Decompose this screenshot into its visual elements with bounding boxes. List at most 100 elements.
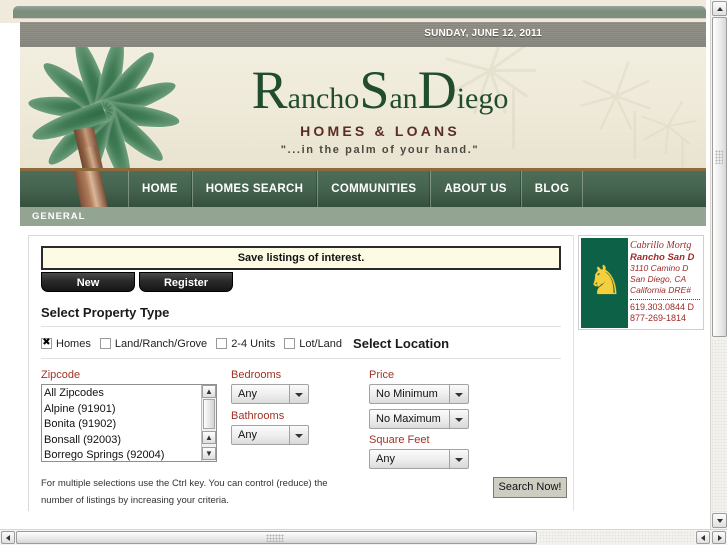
list-item[interactable]: Bonsall (92003) xyxy=(44,433,216,449)
search-now-button[interactable]: Search Now! xyxy=(493,477,567,498)
logo-text-iego: iego xyxy=(456,82,509,115)
lion-icon: ♞ xyxy=(587,259,623,303)
chevron-down-icon[interactable] xyxy=(449,385,468,403)
search-form: Save listings of interest. New Register … xyxy=(29,236,573,506)
vertical-scrollbar-thumb[interactable] xyxy=(712,17,727,337)
zipcode-listbox[interactable]: All Zipcodes Alpine (91901) Bonita (9190… xyxy=(41,384,217,462)
nav-item-homes-search[interactable]: HOMES SEARCH xyxy=(191,171,318,207)
ad-address-line2: San Diego, CA xyxy=(630,274,687,284)
web-page: SUNDAY, JUNE 12, 2011 RanchoSanDiego HOM… xyxy=(0,0,706,529)
ad-phone-toll-free: 877-269-1814 xyxy=(630,313,687,323)
scroll-down-arrow-icon[interactable] xyxy=(712,513,727,528)
logo-letter-d: D xyxy=(417,60,457,120)
ad-license: California DRE# xyxy=(630,285,691,295)
page-bottom-filler xyxy=(20,511,706,529)
browser-viewport: SUNDAY, JUNE 12, 2011 RanchoSanDiego HOM… xyxy=(0,0,727,545)
zipcode-option-list: All Zipcodes Alpine (91901) Bonita (9190… xyxy=(42,385,216,461)
bedrooms-select[interactable]: Any xyxy=(231,384,309,404)
price-min-select[interactable]: No Minimum xyxy=(369,384,469,404)
checkbox-label-land-ranch-grove: Land/Ranch/Grove xyxy=(114,337,208,350)
date-bar: SUNDAY, JUNE 12, 2011 xyxy=(20,22,706,47)
main-column: Save listings of interest. New Register … xyxy=(28,235,574,527)
square-feet-select[interactable]: Any xyxy=(369,449,469,469)
list-item[interactable]: All Zipcodes xyxy=(44,386,216,402)
beds-baths-column: Bedrooms Any Bathrooms Any xyxy=(231,369,309,450)
ad-branch-name: Rancho San D xyxy=(630,252,695,263)
scroll-up-arrow-icon-secondary[interactable]: ▲ xyxy=(202,431,216,444)
chevron-down-icon[interactable] xyxy=(449,410,468,428)
ad-divider xyxy=(630,299,700,300)
square-feet-value: Any xyxy=(376,453,395,465)
scroll-right-arrow-icon[interactable] xyxy=(712,531,726,544)
masthead: RanchoSanDiego HOMES & LOANS "...in the … xyxy=(20,47,706,171)
palm-trunk-overlay xyxy=(73,171,109,207)
logo-wordmark: RanchoSanDiego xyxy=(170,63,590,117)
checkbox-label-2-4-units: 2-4 Units xyxy=(231,337,276,350)
property-type-checkboxes: Homes Land/Ranch/Grove 2-4 Units Lot/Lan… xyxy=(41,336,561,351)
logo-text-ancho: ancho xyxy=(287,82,360,115)
help-text: For multiple selections use the Ctrl key… xyxy=(41,478,328,506)
scroll-up-arrow-icon[interactable] xyxy=(712,1,727,16)
zipcode-label: Zipcode xyxy=(41,369,81,381)
breadcrumb: GENERAL xyxy=(20,207,706,227)
vertical-scrollbar-track[interactable] xyxy=(711,339,727,512)
chevron-down-icon[interactable] xyxy=(289,385,308,403)
bathrooms-label: Bathrooms xyxy=(231,410,285,422)
square-feet-label: Square Feet xyxy=(369,434,430,446)
nav-item-communities[interactable]: COMMUNITIES xyxy=(317,171,431,207)
current-date: SUNDAY, JUNE 12, 2011 xyxy=(424,28,542,39)
ad-address-line1: 3110 Camino D xyxy=(630,263,689,273)
bedrooms-label: Bedrooms xyxy=(231,369,282,381)
save-listings-notice: Save listings of interest. xyxy=(41,246,561,270)
zipcode-list-scrollbar[interactable]: ▲ ▲ ▼ xyxy=(201,385,216,461)
checkbox-lot-land[interactable] xyxy=(284,338,296,349)
bathrooms-value: Any xyxy=(238,429,257,441)
list-item[interactable]: Alpine (91901) xyxy=(44,402,216,418)
nav-item-home[interactable]: HOME xyxy=(128,171,192,207)
logo-subtitle: HOMES & LOANS xyxy=(300,123,460,139)
scroll-left-arrow-icon[interactable] xyxy=(1,531,15,544)
checkbox-label-lot-land: Lot/Land xyxy=(299,337,343,350)
nav-item-about-us[interactable]: ABOUT US xyxy=(430,171,521,207)
vertical-scrollbar[interactable] xyxy=(710,0,727,529)
checkbox-label-homes: Homes xyxy=(56,337,91,350)
list-item[interactable]: Borrego Springs (92004) xyxy=(44,448,216,461)
chevron-down-icon[interactable] xyxy=(289,426,308,444)
ad-company-name: Cabrillo Mortg xyxy=(630,240,692,251)
ad-info: Cabrillo Mortg Rancho San D 3110 Camino … xyxy=(630,240,703,324)
cabrillo-mortgage-ad[interactable]: ♞ Cabrillo Mortg Rancho San D 3110 Camin… xyxy=(578,235,704,330)
price-sqft-column: Price No Minimum No Maximum Square Feet xyxy=(369,369,469,474)
price-max-select[interactable]: No Maximum xyxy=(369,409,469,429)
new-button[interactable]: New xyxy=(41,272,135,292)
price-label: Price xyxy=(369,369,395,381)
scroll-left-arrow-icon-end[interactable] xyxy=(696,531,710,544)
page-top-strip xyxy=(0,0,706,23)
scroll-up-arrow-icon[interactable]: ▲ xyxy=(202,385,216,398)
logo-letter-r: R xyxy=(251,60,288,120)
scroll-down-arrow-icon[interactable]: ▼ xyxy=(202,447,216,460)
logo-letter-s: S xyxy=(359,60,390,120)
register-button[interactable]: Register xyxy=(139,272,233,292)
chevron-down-icon[interactable] xyxy=(449,450,468,468)
horizontal-scrollbar[interactable] xyxy=(0,529,727,545)
price-min-value: No Minimum xyxy=(376,388,438,400)
divider-2 xyxy=(41,358,561,359)
checkbox-2-4-units[interactable] xyxy=(216,338,228,349)
breadcrumb-label: GENERAL xyxy=(32,211,86,222)
page-top-bar xyxy=(13,6,706,18)
horizontal-scrollbar-track[interactable] xyxy=(539,531,694,544)
checkbox-land-ranch-grove[interactable] xyxy=(99,338,111,349)
site-container: SUNDAY, JUNE 12, 2011 RanchoSanDiego HOM… xyxy=(20,22,706,529)
nav-item-blog[interactable]: BLOG xyxy=(520,171,584,207)
scrollbar-thumb[interactable] xyxy=(203,399,215,429)
divider-1 xyxy=(41,326,561,327)
price-max-value: No Maximum xyxy=(376,413,441,425)
checkbox-homes[interactable] xyxy=(41,337,52,349)
bathrooms-select[interactable]: Any xyxy=(231,425,309,445)
site-logo[interactable]: RanchoSanDiego HOMES & LOANS "...in the … xyxy=(170,63,590,156)
account-button-row: New Register xyxy=(41,272,561,292)
scrollbar-grip-icon xyxy=(715,150,723,164)
sidebar: ♞ Cabrillo Mortg Rancho San D 3110 Camin… xyxy=(578,235,706,527)
list-item[interactable]: Bonita (91902) xyxy=(44,417,216,433)
ad-phone-direct: 619.303.0844 D xyxy=(630,302,695,312)
